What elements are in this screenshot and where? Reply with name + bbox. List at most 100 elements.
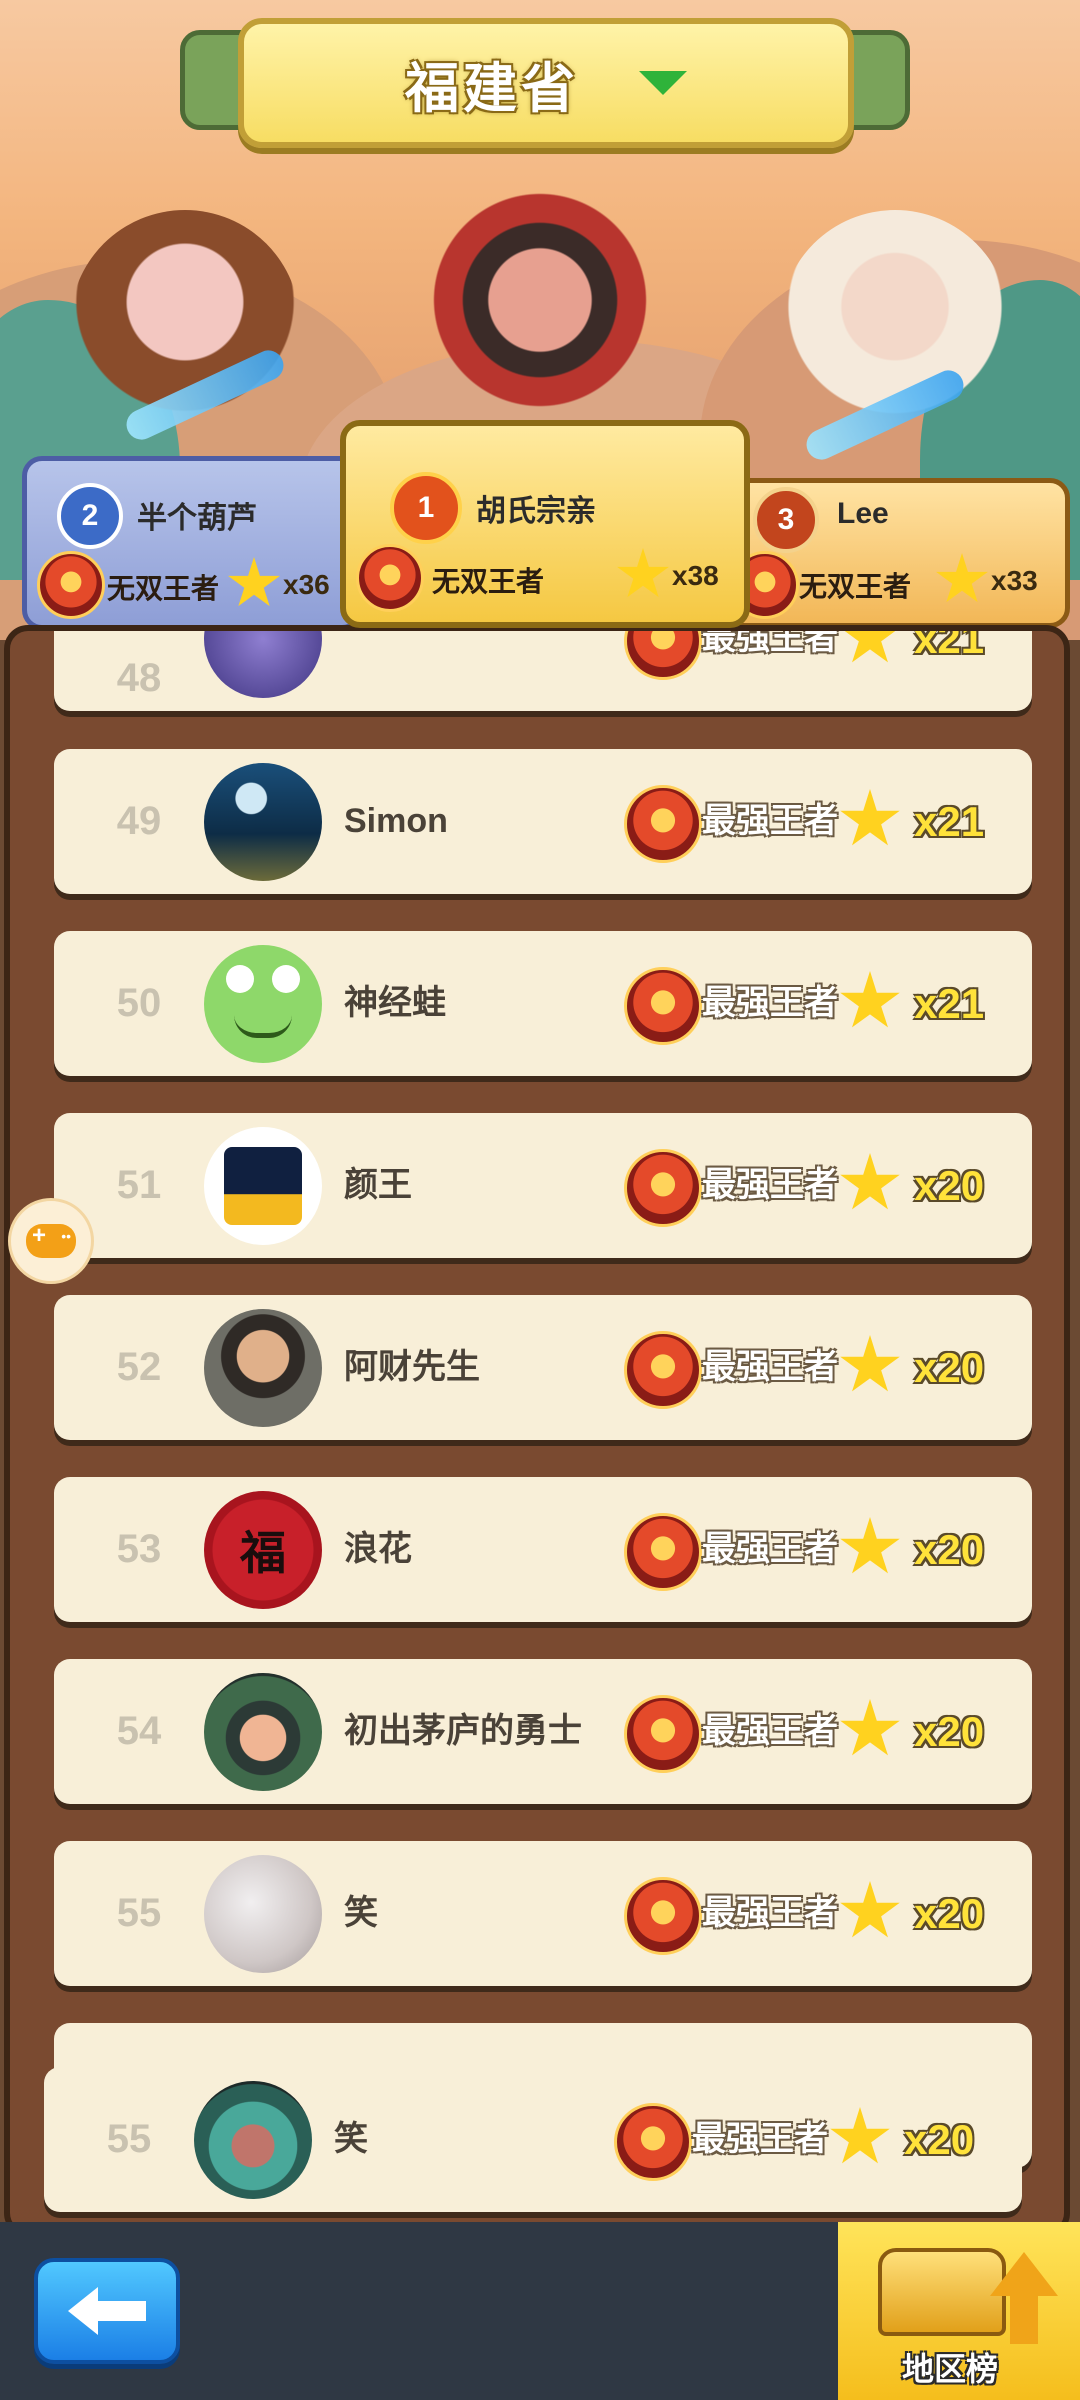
user-avatar <box>204 1673 322 1791</box>
tier-label: 最强王者 <box>702 984 838 1022</box>
podium-card-1[interactable]: 1 胡氏宗亲 无双王者 x38 <box>340 420 750 628</box>
bottom-bar: 地区榜 <box>0 2222 1080 2400</box>
arrow-up-icon <box>990 2252 1058 2296</box>
king-tier-icon <box>624 1513 702 1591</box>
star-icon <box>840 1699 900 1756</box>
star-icon <box>840 1153 900 1210</box>
rank-number: 55 <box>106 2117 152 2161</box>
podium-star-count: x33 <box>991 565 1038 596</box>
tier-label: 最强王者 <box>702 1894 838 1932</box>
star-count: x21 <box>914 980 985 1027</box>
triangle-down-icon <box>639 71 687 95</box>
list-item[interactable]: 54 初出茅庐的勇士 最强王者 x20 <box>54 1659 1032 1804</box>
list-item[interactable]: 48 最强王者 x21 <box>54 631 1032 711</box>
king-tier-icon <box>624 1331 702 1409</box>
rank-number: 52 <box>116 1345 162 1389</box>
province-selector[interactable]: 福建省 <box>238 18 854 148</box>
star-icon <box>840 1881 900 1938</box>
podium-title: 无双王者 <box>432 566 545 597</box>
star-count: x20 <box>914 1890 985 1937</box>
user-avatar <box>204 945 322 1063</box>
list-item[interactable]: 52 阿财先生 最强王者 x20 <box>54 1295 1032 1440</box>
king-tier-icon <box>624 1149 702 1227</box>
arrow-up-stem <box>1010 2294 1038 2344</box>
arrow-left-icon <box>68 2287 146 2335</box>
rank-number: 53 <box>116 1527 162 1571</box>
list-item[interactable]: 51 颜王 最强王者 x20 <box>54 1113 1032 1258</box>
podium-card-3[interactable]: 3 Lee 无双王者 x33 <box>720 478 1070 628</box>
tier-label: 最强王者 <box>702 1530 838 1568</box>
avatar-text: 福 <box>240 1526 286 1580</box>
back-button[interactable] <box>34 2258 180 2364</box>
star-count: x20 <box>904 2116 975 2163</box>
rank-number: 51 <box>116 1163 162 1207</box>
star-count: x21 <box>914 798 985 845</box>
rank-number: 54 <box>116 1709 162 1753</box>
player-name: 笑 <box>334 2120 368 2158</box>
tier-label: 最强王者 <box>702 1712 838 1750</box>
star-icon <box>840 1517 900 1574</box>
rank-1-badge: 1 <box>390 472 462 544</box>
region-label: 地区榜 <box>902 2351 999 2387</box>
rank-number: 55 <box>116 1891 162 1935</box>
king-tier-icon <box>624 1877 702 1955</box>
podium-star-count: x36 <box>283 569 330 600</box>
rank-number: 48 <box>116 656 162 700</box>
ranking-list[interactable]: 48 最强王者 x21 49 Simon 最强王者 x21 50 神经蛙 最强王… <box>4 625 1070 2237</box>
king-tier-icon <box>356 544 424 612</box>
user-avatar <box>204 631 322 698</box>
rank-number: 50 <box>116 981 162 1025</box>
king-tier-icon <box>624 1695 702 1773</box>
treasure-chest-icon <box>878 2248 1006 2336</box>
podium-title: 无双王者 <box>799 571 912 602</box>
list-item[interactable]: 50 神经蛙 最强王者 x21 <box>54 931 1032 1076</box>
podium-star-count: x38 <box>672 560 719 591</box>
player-name: 神经蛙 <box>344 984 446 1022</box>
king-tier-icon <box>624 631 702 680</box>
star-count: x20 <box>914 1526 985 1573</box>
tier-label: 最强王者 <box>692 2120 828 2158</box>
rank-2-badge: 2 <box>57 483 123 549</box>
podium-1-character <box>420 180 660 420</box>
star-icon <box>228 557 280 607</box>
user-avatar <box>194 2081 312 2199</box>
tier-label: 最强王者 <box>702 802 838 840</box>
region-leaderboard-button[interactable]: 地区榜 <box>838 2222 1080 2400</box>
user-avatar <box>204 1309 322 1427</box>
podium-name: 半个葫芦 <box>137 502 257 535</box>
king-tier-icon <box>37 551 105 619</box>
star-icon <box>617 548 669 598</box>
player-name: 初出茅庐的勇士 <box>344 1712 582 1750</box>
player-name: 阿财先生 <box>344 1348 480 1386</box>
user-avatar <box>204 1855 322 1973</box>
list-item[interactable]: 55 笑 最强王者 x20 <box>54 1841 1032 1986</box>
star-count: x20 <box>914 1344 985 1391</box>
gamepad-float-button[interactable] <box>8 1198 94 1284</box>
player-name: 笑 <box>344 1894 378 1932</box>
player-name: 浪花 <box>344 1530 412 1568</box>
gamepad-icon <box>26 1222 76 1258</box>
tier-label: 最强王者 <box>702 1166 838 1204</box>
star-icon <box>936 553 988 603</box>
province-title: 福建省 <box>405 58 579 119</box>
star-icon <box>840 631 900 663</box>
king-tier-icon <box>624 785 702 863</box>
user-avatar <box>204 763 322 881</box>
star-icon <box>840 971 900 1028</box>
rank-number: 49 <box>116 799 162 843</box>
rank-3-badge: 3 <box>753 487 819 553</box>
podium-card-2[interactable]: 2 半个葫芦 无双王者 x36 <box>22 456 362 630</box>
user-avatar: 福 <box>204 1491 322 1609</box>
podium-name: Lee <box>837 497 889 530</box>
podium-name: 胡氏宗亲 <box>476 495 596 528</box>
player-name: 颜王 <box>344 1166 412 1204</box>
podium-title: 无双王者 <box>107 573 220 604</box>
star-icon <box>840 789 900 846</box>
king-tier-icon <box>624 967 702 1045</box>
star-icon <box>840 1335 900 1392</box>
tier-label: 最强王者 <box>702 1348 838 1386</box>
star-count: x20 <box>914 1708 985 1755</box>
list-item[interactable]: 53 福 浪花 最强王者 x20 <box>54 1477 1032 1622</box>
list-item[interactable]: 49 Simon 最强王者 x21 <box>54 749 1032 894</box>
my-rank-row[interactable]: 55 笑 最强王者 x20 <box>44 2067 1022 2212</box>
